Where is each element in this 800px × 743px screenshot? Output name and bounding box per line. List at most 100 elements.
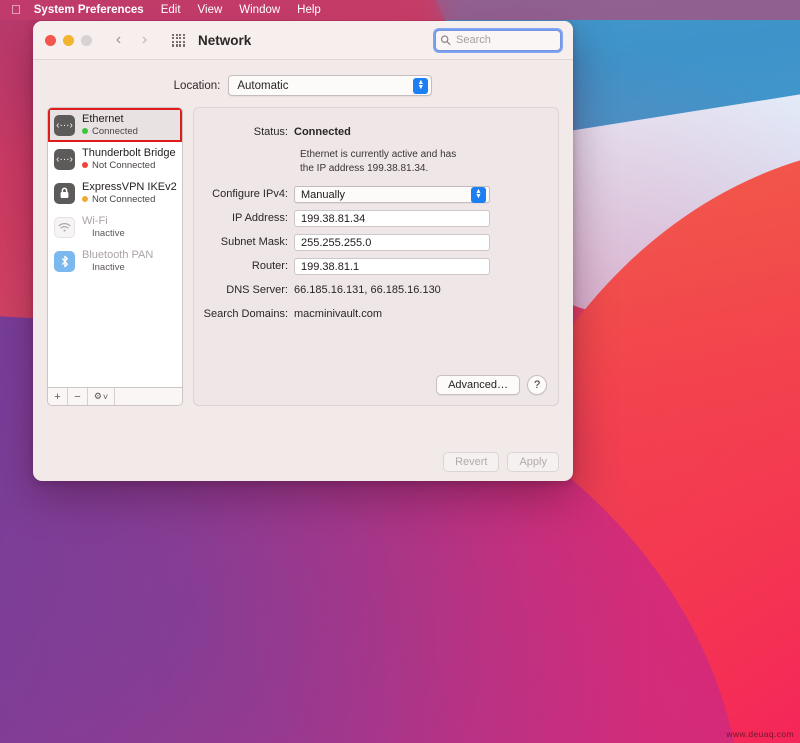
menu-item-view[interactable]: View	[198, 4, 223, 16]
dns-server-value: 66.185.16.131, 66.185.16.130	[294, 284, 441, 296]
router-label: Router:	[251, 260, 288, 272]
remove-service-button[interactable]: −	[68, 388, 88, 405]
window-content: Location: Automatic ▲ ▼ ‹···› Ethernet C…	[33, 60, 573, 481]
service-name: ExpressVPN IKEv2	[82, 180, 177, 193]
location-label: Location:	[173, 79, 221, 92]
detail-buttons: Advanced… ?	[436, 375, 547, 395]
service-status: Inactive	[82, 228, 125, 240]
show-all-grid-icon[interactable]	[172, 33, 185, 47]
thunderbolt-bridge-icon: ‹···›	[54, 148, 75, 170]
chevron-down-icon: ▼	[417, 83, 425, 91]
service-action-menu-button[interactable]: ⚙ ˅	[88, 388, 115, 405]
service-text: Ethernet Connected	[82, 113, 138, 138]
chevron-down-icon: ▼	[475, 192, 482, 200]
location-select-value: Automatic	[237, 79, 289, 92]
traffic-lights	[45, 34, 92, 46]
service-detail-pane: Status: Connected Ethernet is currently …	[193, 107, 559, 406]
configure-ipv4-value: Manually	[301, 188, 346, 201]
location-select[interactable]: Automatic ▲ ▼	[228, 75, 433, 96]
service-name: Bluetooth PAN	[82, 248, 154, 261]
apple-logo-icon[interactable]: 	[11, 3, 21, 16]
panes: ‹···› Ethernet Connected ‹···› Thunderbo…	[47, 107, 559, 406]
subnet-mask-row: Subnet Mask: 255.255.255.0	[194, 234, 558, 251]
search-domains-row: Search Domains: macminivault.com	[194, 306, 558, 323]
search-input[interactable]: Search	[433, 27, 563, 53]
menu-item-window[interactable]: Window	[239, 4, 280, 16]
menu-item-system-preferences[interactable]: System Preferences	[34, 4, 144, 16]
advanced-button[interactable]: Advanced…	[436, 375, 520, 395]
sidebar-toolbar: + − ⚙ ˅	[47, 387, 183, 406]
location-row: Location: Automatic ▲ ▼	[47, 60, 559, 107]
chevron-down-icon: ˅	[102, 391, 109, 402]
minimize-button[interactable]	[63, 34, 74, 46]
subnet-mask-input[interactable]: 255.255.255.0	[294, 234, 490, 251]
ip-address-label: IP Address:	[231, 212, 288, 224]
status-label: Status:	[253, 126, 288, 138]
service-status-label: Not Connected	[92, 159, 156, 171]
vpn-lock-icon	[54, 182, 75, 204]
status-dot-red	[82, 162, 88, 169]
bluetooth-icon	[54, 250, 75, 272]
menu-bar:  System Preferences Edit View Window He…	[0, 0, 800, 20]
search-domains-label: Search Domains:	[203, 308, 288, 320]
service-text: Wi-Fi Inactive	[82, 215, 125, 240]
search-field-wrapper[interactable]: Search	[433, 27, 563, 53]
service-item-thunderbolt-bridge[interactable]: ‹···› Thunderbolt Bridge Not Connected	[48, 142, 182, 176]
toolbar-filler	[115, 388, 182, 405]
search-icon	[440, 35, 451, 46]
search-domains-value: macminivault.com	[294, 308, 383, 320]
ip-address-row: IP Address: 199.38.81.34	[194, 210, 558, 227]
network-services-list[interactable]: ‹···› Ethernet Connected ‹···› Thunderbo…	[47, 107, 183, 387]
wifi-icon	[54, 216, 75, 238]
configure-ipv4-select[interactable]: Manually ▲ ▼	[294, 186, 490, 203]
close-button[interactable]	[45, 34, 56, 46]
subnet-mask-label: Subnet Mask:	[220, 236, 288, 248]
service-name: Ethernet	[82, 112, 124, 125]
router-input[interactable]: 199.38.81.1	[294, 258, 490, 275]
add-service-button[interactable]: +	[48, 388, 68, 405]
network-preferences-window: ‹ › Network Search Location: Automatic ▲…	[33, 21, 573, 481]
service-item-wifi[interactable]: Wi-Fi Inactive	[48, 210, 182, 244]
gear-icon: ⚙	[93, 391, 102, 401]
status-value: Connected	[294, 126, 351, 138]
service-status-label: Inactive	[92, 227, 125, 239]
router-row: Router: 199.38.81.1	[194, 258, 558, 275]
service-text: Thunderbolt Bridge Not Connected	[82, 147, 176, 172]
service-status-label: Inactive	[92, 261, 125, 273]
service-item-expressvpn-ikev2[interactable]: ExpressVPN IKEv2 Not Connected	[48, 176, 182, 210]
status-description: Ethernet is currently active and has the…	[300, 149, 457, 174]
service-status-label: Connected	[92, 125, 138, 137]
menu-item-help[interactable]: Help	[297, 4, 321, 16]
dns-server-label: DNS Server:	[226, 284, 288, 296]
service-status: Not Connected	[82, 160, 176, 172]
apply-button[interactable]: Apply	[507, 452, 559, 472]
menu-item-edit[interactable]: Edit	[161, 4, 181, 16]
service-name: Wi-Fi	[82, 214, 108, 227]
help-button[interactable]: ?	[527, 375, 547, 395]
watermark: www.deuaq.com	[726, 729, 794, 739]
desktop:  System Preferences Edit View Window He…	[0, 0, 800, 743]
location-stepper-icon[interactable]: ▲ ▼	[413, 77, 429, 94]
service-text: Bluetooth PAN Inactive	[82, 249, 153, 274]
service-name: Thunderbolt Bridge	[82, 146, 176, 159]
service-status-label: Not Connected	[92, 193, 156, 205]
service-status: Connected	[82, 126, 138, 138]
revert-button[interactable]: Revert	[443, 452, 500, 472]
network-services-sidebar: ‹···› Ethernet Connected ‹···› Thunderbo…	[47, 107, 183, 406]
service-item-bluetooth-pan[interactable]: Bluetooth PAN Inactive	[48, 244, 182, 278]
forward-arrow-icon[interactable]: ›	[136, 32, 153, 48]
status-dot-amber	[82, 196, 88, 203]
configure-ipv4-stepper-icon[interactable]: ▲ ▼	[471, 186, 486, 203]
ip-address-input[interactable]: 199.38.81.34	[294, 210, 490, 227]
zoom-button[interactable]	[81, 34, 92, 46]
configure-ipv4-row: Configure IPv4: Manually ▲ ▼	[194, 186, 558, 203]
dns-server-row: DNS Server: 66.185.16.131, 66.185.16.130	[194, 282, 558, 299]
service-status: Not Connected	[82, 194, 176, 206]
page-title: Network	[198, 32, 252, 48]
ethernet-icon: ‹···›	[54, 114, 75, 136]
status-dot-green	[82, 128, 88, 135]
service-item-ethernet[interactable]: ‹···› Ethernet Connected	[48, 108, 182, 142]
back-arrow-icon[interactable]: ‹	[110, 32, 127, 48]
service-text: ExpressVPN IKEv2 Not Connected	[82, 180, 177, 206]
